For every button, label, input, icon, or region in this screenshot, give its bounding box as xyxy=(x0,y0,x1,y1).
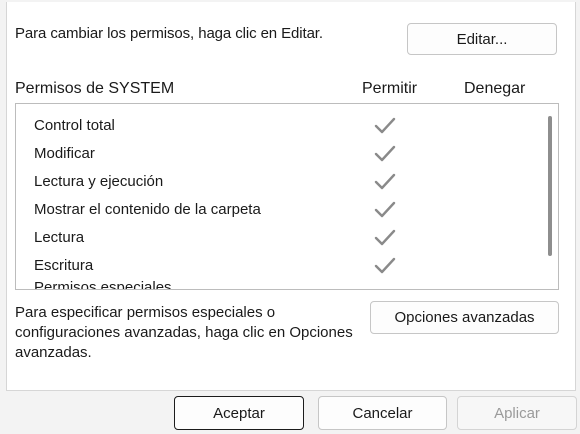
permission-row-read-execute: Lectura y ejecución xyxy=(16,168,536,196)
apply-button: Aplicar xyxy=(457,396,577,430)
permission-row-read: Lectura xyxy=(16,224,536,252)
checkmark-icon xyxy=(374,229,396,246)
permissions-list[interactable]: Control total Modificar Lectura y ejecuc… xyxy=(15,103,559,290)
permissions-dialog: Para cambiar los permisos, haga clic en … xyxy=(0,0,580,434)
advanced-options-hint: Para especificar permisos especiales o c… xyxy=(15,304,353,361)
permission-row-special: Permisos especiales xyxy=(16,274,536,290)
permission-row-full-control: Control total xyxy=(16,112,536,140)
permission-label: Lectura y ejecución xyxy=(34,173,164,190)
advanced-options-button[interactable]: Opciones avanzadas xyxy=(370,301,559,334)
permission-row-modify: Modificar xyxy=(16,140,536,168)
permission-row-list-folder: Mostrar el contenido de la carpeta xyxy=(16,196,536,224)
ok-button[interactable]: Aceptar xyxy=(174,396,304,430)
permission-label: Permisos especiales xyxy=(34,279,172,290)
checkmark-icon xyxy=(374,117,396,134)
footer-divider xyxy=(6,390,574,391)
permission-label: Control total xyxy=(34,117,115,134)
checkmark-icon xyxy=(374,145,396,162)
list-scrollbar-thumb[interactable] xyxy=(548,116,552,256)
permission-label: Mostrar el contenido de la carpeta xyxy=(34,201,261,218)
permission-label: Modificar xyxy=(34,145,95,162)
cancel-button[interactable]: Cancelar xyxy=(318,396,447,430)
edit-hint-text: Para cambiar los permisos, haga clic en … xyxy=(15,25,323,42)
edit-button[interactable]: Editar... xyxy=(407,23,557,55)
security-panel: Para cambiar los permisos, haga clic en … xyxy=(6,2,576,391)
permission-label: Escritura xyxy=(34,257,94,274)
checkmark-icon xyxy=(374,201,396,218)
permissions-header-label: Permisos de SYSTEM xyxy=(15,80,175,97)
deny-column-header: Denegar xyxy=(464,80,526,97)
permission-label: Lectura xyxy=(34,229,85,246)
checkmark-icon xyxy=(374,173,396,190)
allow-column-header: Permitir xyxy=(362,80,418,97)
